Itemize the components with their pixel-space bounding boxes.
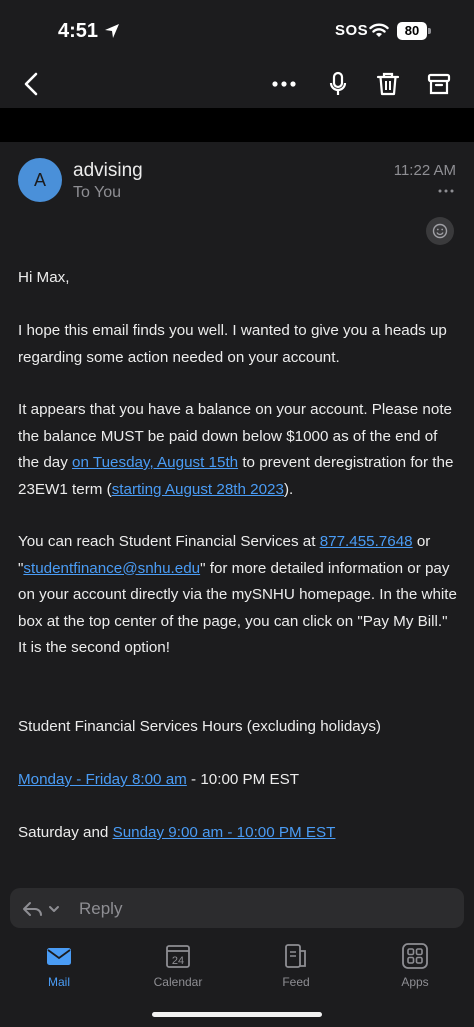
trash-icon — [376, 72, 400, 96]
sos-indicator: SOS — [335, 22, 369, 39]
microphone-icon — [329, 71, 347, 95]
weekend-hours-link[interactable]: Sunday 9:00 am - 10:00 PM EST — [113, 824, 336, 841]
tab-calendar[interactable]: 24 Calendar — [133, 942, 223, 1002]
calendar-day: 24 — [172, 955, 184, 967]
more-options-button[interactable] — [266, 66, 302, 102]
deadline-link[interactable]: on Tuesday, August 15th — [72, 454, 238, 471]
chevron-left-icon — [24, 72, 38, 96]
hours-title: Student Financial Services Hours (exclud… — [18, 718, 381, 735]
phone-link[interactable]: 877.455.7648 — [320, 533, 413, 550]
reply-options-icon[interactable] — [22, 900, 62, 918]
paragraph-contact: You can reach Student Financial Services… — [18, 533, 457, 656]
smiley-icon — [432, 223, 448, 239]
tab-feed-label: Feed — [282, 975, 310, 989]
apps-icon — [402, 943, 428, 969]
avatar[interactable]: A — [18, 158, 62, 202]
home-indicator[interactable] — [152, 1012, 322, 1017]
reaction-button[interactable] — [426, 217, 454, 245]
tab-bar: Mail 24 Calendar Feed Apps — [0, 932, 474, 1027]
wifi-icon — [369, 23, 389, 37]
tab-apps[interactable]: Apps — [370, 942, 460, 1002]
battery-level: 80 — [404, 23, 420, 38]
reply-input[interactable]: Reply — [79, 899, 122, 919]
email-time: 11:22 AM — [393, 162, 456, 179]
status-time: 4:51 — [58, 20, 99, 42]
email-header: A advising To You 11:22 AM — [0, 142, 474, 252]
header-divider — [0, 108, 474, 142]
location-arrow-icon — [105, 24, 119, 38]
tab-feed[interactable]: Feed — [251, 942, 341, 1002]
tab-mail[interactable]: Mail — [14, 942, 104, 1002]
archive-button[interactable] — [421, 66, 457, 102]
email-toolbar — [0, 60, 474, 108]
term-start-link[interactable]: starting August 28th 2023 — [112, 481, 284, 498]
battery-indicator: 80 — [397, 22, 431, 40]
recipient-line[interactable]: To You — [73, 184, 121, 202]
tab-calendar-label: Calendar — [153, 975, 203, 989]
hours-weekend: Saturday and Sunday 9:00 am - 10:00 PM E… — [18, 824, 336, 841]
greeting: Hi Max, — [18, 269, 70, 286]
paragraph-intro: I hope this email finds you well. I want… — [18, 322, 447, 366]
back-button[interactable] — [14, 66, 50, 102]
message-more-icon[interactable] — [438, 188, 454, 194]
weekday-hours-link[interactable]: Monday - Friday 8:00 am — [18, 771, 187, 788]
calendar-icon: 24 — [166, 945, 190, 968]
status-bar: 4:51 SOS 80 — [0, 0, 474, 60]
email-address-link[interactable]: studentfinance@snhu.edu — [23, 560, 200, 577]
archive-icon — [427, 73, 451, 95]
tab-apps-label: Apps — [401, 975, 429, 989]
tab-mail-label: Mail — [47, 975, 70, 989]
dictate-button[interactable] — [320, 66, 356, 102]
avatar-initial: A — [33, 169, 46, 190]
paragraph-balance: It appears that you have a balance on yo… — [18, 401, 454, 498]
delete-button[interactable] — [370, 66, 406, 102]
sender-name[interactable]: advising — [73, 160, 143, 182]
ellipsis-icon — [272, 81, 296, 87]
reply-bar[interactable]: Reply — [10, 888, 464, 928]
mail-icon — [47, 948, 71, 965]
hours-weekday: Monday - Friday 8:00 am - 10:00 PM EST — [18, 771, 300, 788]
feed-icon — [285, 944, 306, 968]
